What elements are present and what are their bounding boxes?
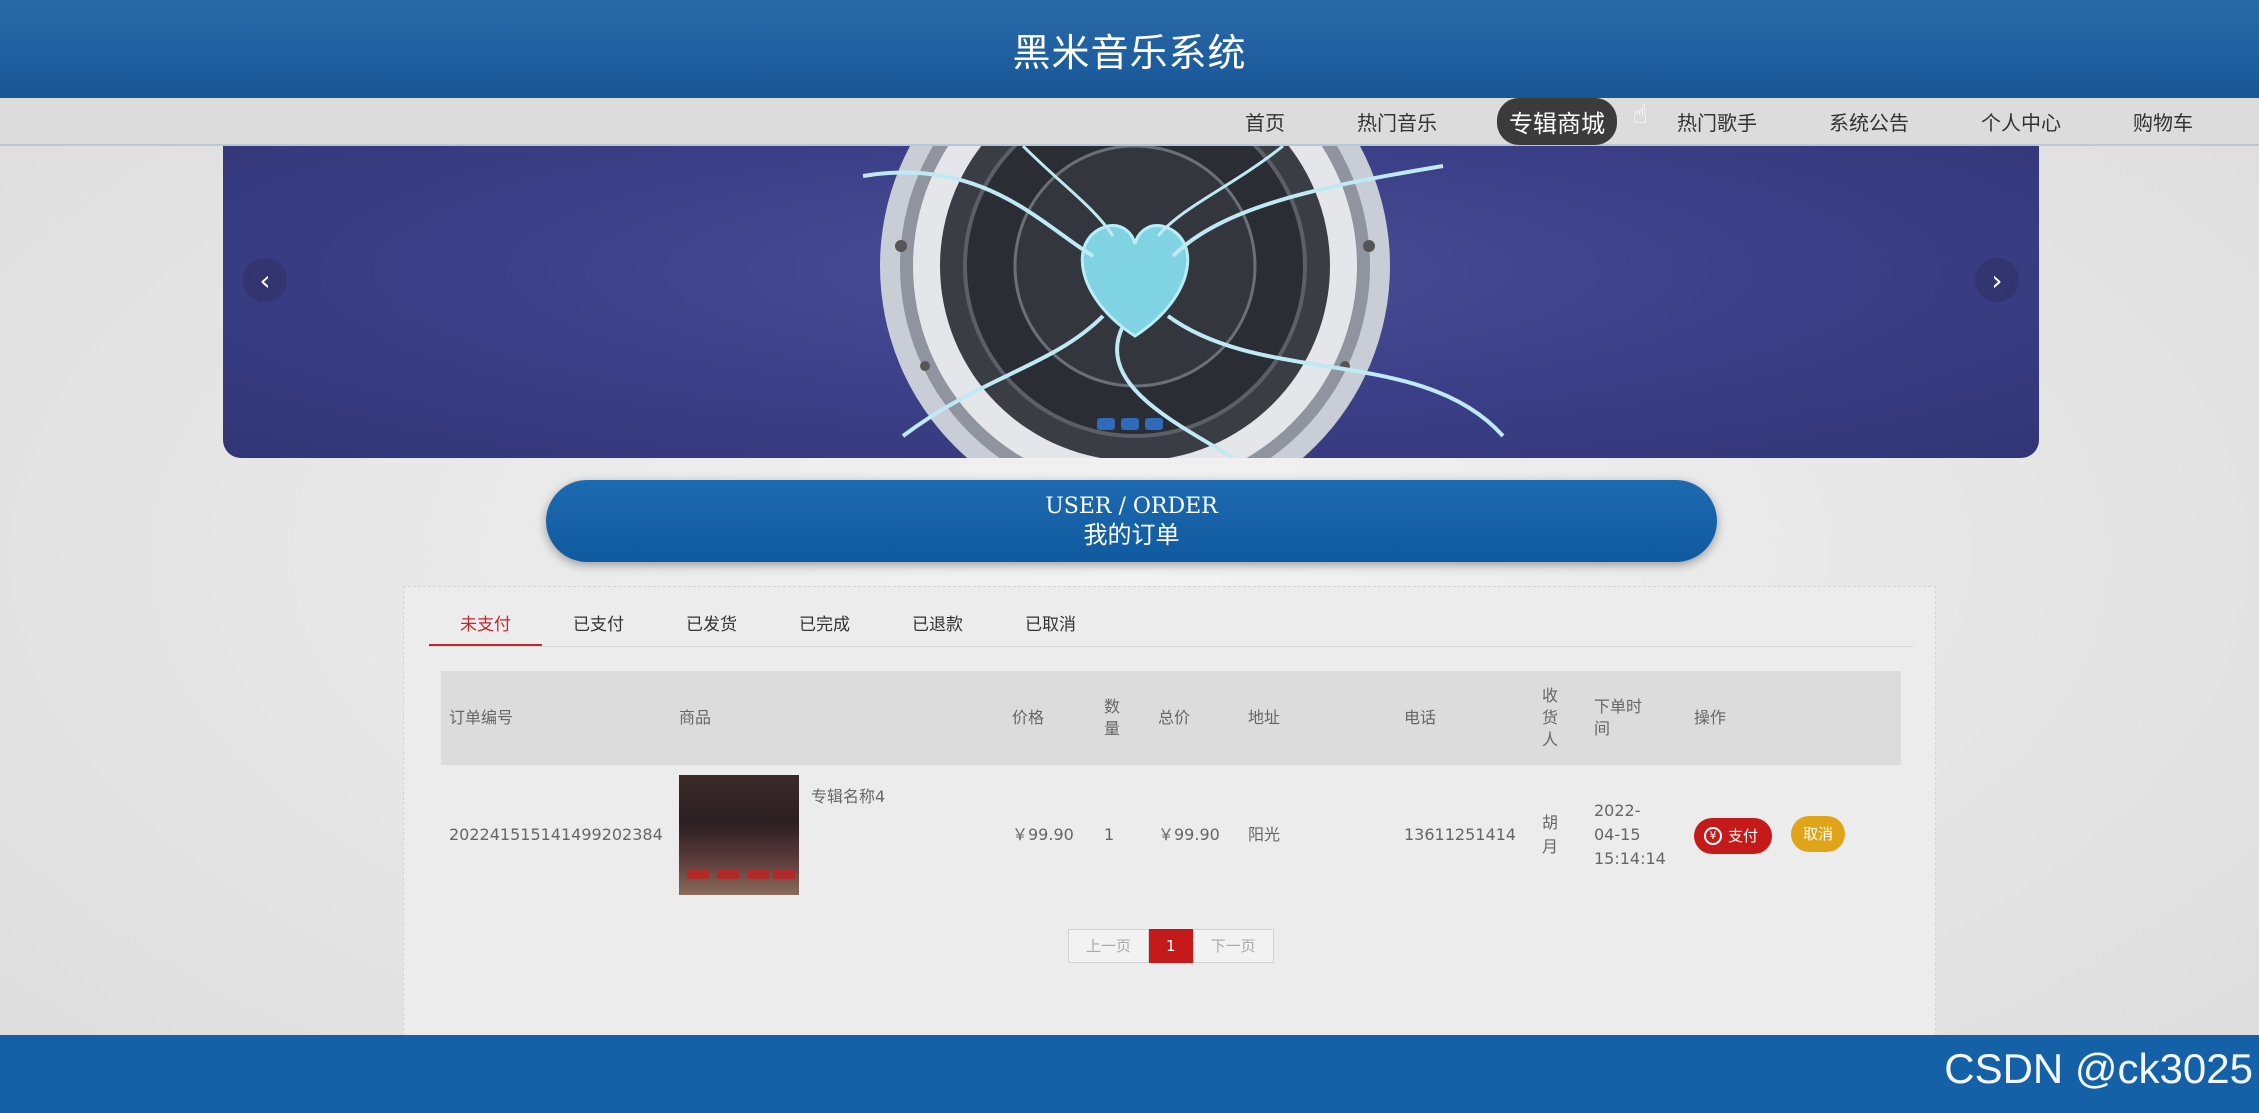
tab-unpaid[interactable]: 未支付 <box>429 607 542 646</box>
pay-button[interactable]: ¥ 支付 <box>1694 818 1773 854</box>
section-title-pill: USER / ORDER 我的订单 <box>546 480 1717 562</box>
col-order-time-label: 下单时间 <box>1594 697 1643 738</box>
receiver-name: 胡月 <box>1542 813 1559 856</box>
col-actions: 操作 <box>1686 671 1901 765</box>
pagination: 上一页 1 下一页 <box>1068 929 1274 963</box>
chevron-right-icon: › <box>1991 263 2003 297</box>
nav-item-hot-music[interactable]: 热门音乐 <box>1345 101 1449 142</box>
col-quantity-label: 数量 <box>1104 697 1121 738</box>
col-quantity: 数量 <box>1096 671 1150 765</box>
goods-name[interactable]: 专辑名称4 <box>811 785 885 809</box>
goods-cell: 专辑名称4 <box>671 765 1004 905</box>
nav-item-hot-singers[interactable]: 热门歌手 <box>1665 101 1769 142</box>
col-address: 地址 <box>1240 671 1396 765</box>
col-order-time: 下单时间 <box>1586 671 1686 765</box>
nav-item-announcements[interactable]: 系统公告 <box>1817 101 1921 142</box>
tab-shipped[interactable]: 已发货 <box>655 607 768 646</box>
col-goods: 商品 <box>671 671 1004 765</box>
site-footer <box>0 1035 2259 1113</box>
carousel-prev-button[interactable]: ‹ <box>243 258 287 302</box>
col-total: 总价 <box>1150 671 1240 765</box>
main-nav: 首页 热门音乐 专辑商城 热门歌手 系统公告 个人中心 购物车 <box>0 97 2259 146</box>
address: 阳光 <box>1248 825 1281 844</box>
table-header-row: 订单编号 商品 价格 数量 总价 地址 电话 收货人 下单时间 操作 <box>441 671 1901 765</box>
nav-item-personal-center[interactable]: 个人中心 <box>1969 101 2073 142</box>
next-page-button[interactable]: 下一页 <box>1192 929 1274 963</box>
nav-item-album-store[interactable]: 专辑商城 <box>1497 97 1617 145</box>
orders-panel: 未支付 已支付 已发货 已完成 已退款 已取消 订单编号 商品 价格 数量 总价… <box>403 586 1936 1036</box>
watermark: CSDN @ck3025 <box>1944 1045 2253 1092</box>
order-number: 202241515141499202384 <box>449 825 663 844</box>
pay-button-label: 支付 <box>1728 827 1759 845</box>
tab-refunded[interactable]: 已退款 <box>881 607 994 646</box>
col-order-no: 订单编号 <box>441 671 671 765</box>
section-title-en: USER / ORDER <box>1045 494 1218 519</box>
prev-page-button[interactable]: 上一页 <box>1068 929 1150 963</box>
tab-paid[interactable]: 已支付 <box>542 607 655 646</box>
site-title: 黑米音乐系统 <box>1012 30 1247 75</box>
tab-completed[interactable]: 已完成 <box>768 607 881 646</box>
receiver: 胡月 <box>1534 765 1586 905</box>
tab-cancelled[interactable]: 已取消 <box>994 607 1107 646</box>
table-row: 202241515141499202384 专辑名称4 ￥99.90 1 ￥99… <box>441 765 1901 905</box>
col-phone: 电话 <box>1396 671 1534 765</box>
order-status-tabs: 未支付 已支付 已发货 已完成 已退款 已取消 <box>429 607 1913 647</box>
col-price: 价格 <box>1004 671 1096 765</box>
col-receiver: 收货人 <box>1534 671 1586 765</box>
section-title-cn: 我的订单 <box>1083 521 1180 549</box>
col-receiver-label: 收货人 <box>1542 686 1559 749</box>
nav-item-home[interactable]: 首页 <box>1233 101 1297 142</box>
nav-item-cart[interactable]: 购物车 <box>2121 101 2205 142</box>
orders-table: 订单编号 商品 价格 数量 总价 地址 电话 收货人 下单时间 操作 20224… <box>441 671 1901 905</box>
quantity: 1 <box>1104 825 1115 844</box>
order-time-value: 2022-04-15 15:14:14 <box>1594 801 1666 868</box>
price: ￥99.90 <box>1012 825 1074 844</box>
chevron-left-icon: ‹ <box>259 263 271 297</box>
phone: 13611251414 <box>1404 825 1516 844</box>
site-header: 黑米音乐系统 <box>0 0 2259 98</box>
carousel-next-button[interactable]: › <box>1975 258 2019 302</box>
hand-cursor-icon: ☝ <box>1632 100 1648 130</box>
order-time: 2022-04-15 15:14:14 <box>1586 765 1686 905</box>
total-price: ￥99.90 <box>1158 825 1220 844</box>
banner-carousel[interactable]: ‹ › <box>223 146 2039 458</box>
yen-coin-icon: ¥ <box>1704 827 1722 845</box>
album-thumbnail[interactable] <box>679 775 799 895</box>
page-1-button[interactable]: 1 <box>1149 929 1193 963</box>
actions-cell: ¥ 支付 取消 <box>1686 765 1901 905</box>
cancel-button[interactable]: 取消 <box>1791 816 1846 852</box>
speaker-heart-image <box>862 146 1505 458</box>
